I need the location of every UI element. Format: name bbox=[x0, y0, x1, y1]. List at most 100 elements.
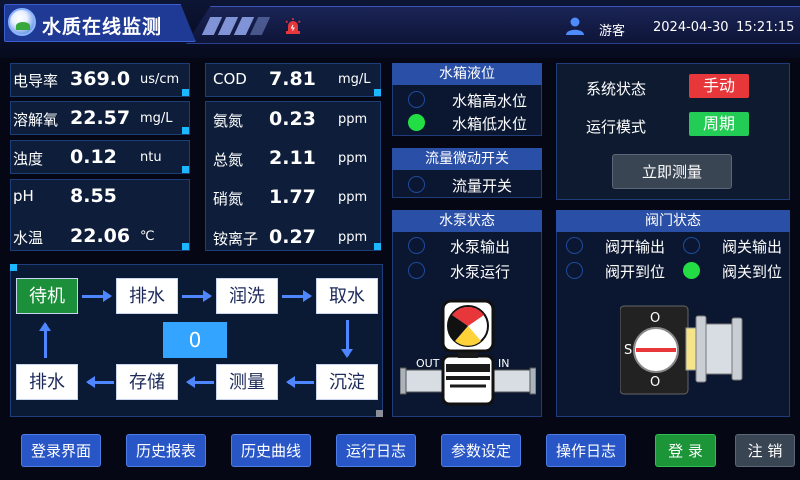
turbidity-unit: ntu bbox=[140, 150, 162, 165]
ammonium-label: 铵离子 bbox=[213, 230, 259, 248]
flow-step-store: 存储 bbox=[116, 364, 178, 400]
pump-running-indicator bbox=[408, 262, 425, 279]
pump-graphic bbox=[400, 299, 536, 406]
valve-dial-top: O bbox=[650, 311, 661, 326]
pump-running-label: 水泵运行 bbox=[450, 263, 511, 281]
total-nitrogen-value: 2.11 bbox=[269, 147, 316, 169]
nitrate-value: 1.77 bbox=[269, 186, 316, 208]
user-name: 游客 bbox=[599, 24, 626, 39]
card-corner bbox=[182, 89, 189, 96]
panel-resize-handle bbox=[376, 410, 383, 417]
flow-arrow-right bbox=[182, 290, 212, 302]
valve-open-done-indicator bbox=[566, 262, 583, 279]
flow-step-settle: 沉淀 bbox=[316, 364, 378, 400]
ph-label: pH bbox=[13, 187, 34, 205]
param-settings-button[interactable]: 参数设定 bbox=[441, 434, 521, 467]
ammonia-unit: ppm bbox=[338, 112, 368, 127]
run-log-button[interactable]: 运行日志 bbox=[336, 434, 416, 467]
run-mode-label: 运行模式 bbox=[586, 118, 647, 136]
pump-title: 水泵状态 bbox=[392, 210, 542, 232]
tank-level-title: 水箱液位 bbox=[392, 63, 542, 85]
ammonium-unit: ppm bbox=[338, 230, 368, 245]
flow-switch-indicator bbox=[408, 176, 425, 193]
pump-output-label: 水泵输出 bbox=[450, 238, 511, 256]
earth-logo-icon bbox=[8, 8, 36, 36]
valve-close-output-indicator bbox=[683, 237, 700, 254]
history-report-button[interactable]: 历史报表 bbox=[126, 434, 206, 467]
flow-arrow-left bbox=[286, 376, 314, 388]
flow-arrow-down bbox=[341, 320, 353, 358]
alarm-icon[interactable] bbox=[283, 17, 303, 37]
pump-in-label: IN bbox=[498, 357, 510, 370]
ph-value: 8.55 bbox=[70, 185, 117, 207]
date-display: 2024-04-30 bbox=[653, 20, 729, 35]
flow-switch-label: 流量开关 bbox=[452, 177, 513, 195]
water-temp-unit: ℃ bbox=[140, 229, 155, 244]
water-temp-label: 水温 bbox=[13, 229, 44, 247]
flow-step-sample: 取水 bbox=[316, 278, 378, 314]
dissolved-oxygen-label: 溶解氧 bbox=[13, 111, 59, 129]
flow-arrow-right bbox=[282, 290, 312, 302]
history-curve-button[interactable]: 历史曲线 bbox=[231, 434, 311, 467]
conductivity-unit: us/cm bbox=[140, 72, 180, 87]
pump-output-indicator bbox=[408, 237, 425, 254]
conductivity-value: 369.0 bbox=[70, 68, 131, 90]
tank-low-indicator bbox=[408, 114, 425, 131]
tank-low-label: 水箱低水位 bbox=[452, 115, 528, 133]
turbidity-value: 0.12 bbox=[70, 146, 117, 168]
dissolved-oxygen-unit: mg/L bbox=[140, 111, 173, 126]
card-corner bbox=[182, 166, 189, 173]
card-corner bbox=[182, 243, 189, 250]
water-temp-value: 22.06 bbox=[70, 225, 131, 247]
system-status-label: 系统状态 bbox=[586, 80, 647, 98]
user-icon bbox=[566, 17, 584, 35]
valve-open-done-label: 阀开到位 bbox=[605, 263, 666, 281]
nitrate-unit: ppm bbox=[338, 190, 368, 205]
pump-out-label: OUT bbox=[416, 357, 440, 370]
flow-step-measure: 测量 bbox=[216, 364, 278, 400]
flow-step-rinse: 润洗 bbox=[216, 278, 278, 314]
system-status-badge: 手动 bbox=[689, 74, 749, 98]
tank-high-indicator bbox=[408, 91, 425, 108]
panel-corner bbox=[10, 264, 17, 271]
valve-close-output-label: 阀关输出 bbox=[722, 238, 783, 256]
operation-log-button[interactable]: 操作日志 bbox=[546, 434, 626, 467]
flow-arrow-right bbox=[82, 290, 112, 302]
measure-now-button[interactable]: 立即测量 bbox=[612, 154, 732, 189]
valve-dial-bottom: O bbox=[650, 375, 661, 390]
ammonia-value: 0.23 bbox=[269, 108, 316, 130]
flow-step-standby: 待机 bbox=[16, 278, 78, 314]
time-display: 15:21:15 bbox=[736, 20, 795, 35]
cycle-counter: 0 bbox=[163, 322, 227, 358]
card-corner bbox=[374, 89, 381, 96]
card-corner bbox=[374, 243, 381, 250]
flow-step-drain-2: 排水 bbox=[16, 364, 78, 400]
tank-high-label: 水箱高水位 bbox=[452, 92, 528, 110]
turbidity-label: 浊度 bbox=[13, 150, 44, 168]
conductivity-label: 电导率 bbox=[13, 72, 59, 90]
logout-button[interactable]: 注 销 bbox=[735, 434, 795, 467]
card-corner bbox=[182, 127, 189, 134]
cod-label: COD bbox=[213, 70, 247, 88]
run-mode-badge: 周期 bbox=[689, 112, 749, 136]
app-title: 水质在线监测 bbox=[42, 16, 163, 38]
valve-title: 阀门状态 bbox=[556, 210, 790, 232]
flow-arrow-left bbox=[186, 376, 214, 388]
flow-switch-title: 流量微动开关 bbox=[392, 148, 542, 170]
valve-close-done-indicator bbox=[683, 262, 700, 279]
total-nitrogen-unit: ppm bbox=[338, 151, 368, 166]
total-nitrogen-label: 总氮 bbox=[213, 151, 244, 169]
nitrate-label: 硝氮 bbox=[213, 190, 244, 208]
login-screen-button[interactable]: 登录界面 bbox=[21, 434, 101, 467]
flow-arrow-left bbox=[86, 376, 114, 388]
valve-open-output-indicator bbox=[566, 237, 583, 254]
valve-dial-left: S bbox=[624, 343, 633, 358]
ammonia-label: 氨氮 bbox=[213, 112, 244, 130]
valve-graphic bbox=[620, 305, 743, 395]
cod-unit: mg/L bbox=[338, 72, 371, 87]
valve-open-output-label: 阀开输出 bbox=[605, 238, 666, 256]
flow-step-drain: 排水 bbox=[116, 278, 178, 314]
login-button[interactable]: 登 录 bbox=[655, 434, 716, 467]
dissolved-oxygen-value: 22.57 bbox=[70, 107, 131, 129]
flow-arrow-up bbox=[39, 322, 51, 358]
